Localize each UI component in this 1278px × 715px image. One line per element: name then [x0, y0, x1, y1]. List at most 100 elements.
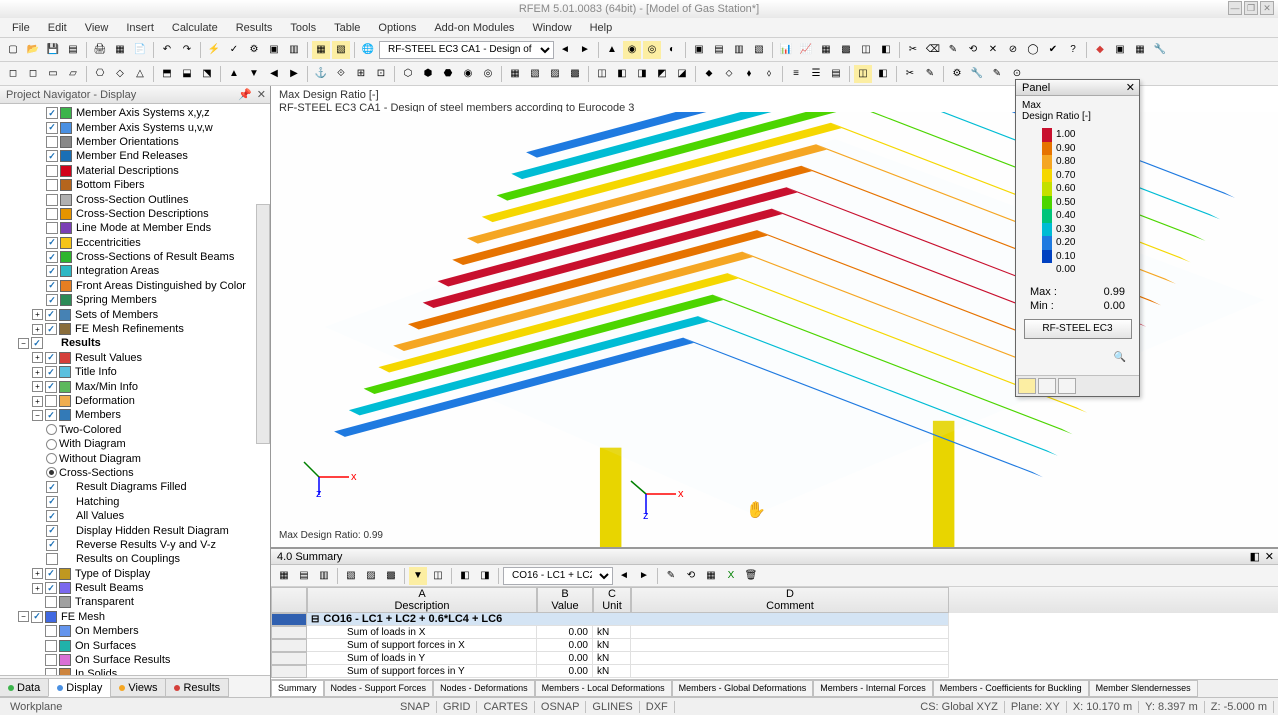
summary-pin-icon[interactable]: ◧ — [1250, 550, 1260, 563]
summary-tab[interactable]: Member Slendernesses — [1089, 680, 1198, 697]
sumtb-10-icon[interactable]: ✎ — [662, 567, 680, 585]
tool-g3-icon[interactable]: ▨ — [546, 65, 564, 83]
sumtb-excel-icon[interactable]: X — [722, 567, 740, 585]
menu-table[interactable]: Table — [326, 20, 368, 36]
sumtb-4-icon[interactable]: ▧ — [342, 567, 360, 585]
nav-tab-views[interactable]: Views — [110, 678, 166, 697]
tool-i4-icon[interactable]: ⬨ — [760, 65, 778, 83]
tool-a4-icon[interactable]: ▱ — [64, 65, 82, 83]
nav-tab-data[interactable]: Data — [0, 678, 49, 697]
globe-icon[interactable]: 🌐 — [359, 41, 377, 59]
view-2-icon[interactable]: ▤ — [710, 41, 728, 59]
tool-f1-icon[interactable]: ⬡ — [399, 65, 417, 83]
tree-item[interactable]: On Members — [0, 624, 270, 638]
settings-icon[interactable]: ⚙ — [245, 41, 263, 59]
tree-item[interactable]: Reverse Results V-y and V-z — [0, 538, 270, 552]
tree-item[interactable]: Cross-Sections — [0, 466, 270, 480]
tool-l2-icon[interactable]: ✎ — [921, 65, 939, 83]
tool-a1-icon[interactable]: ◻ — [4, 65, 22, 83]
check-icon[interactable]: ✓ — [225, 41, 243, 59]
edit-8-icon[interactable]: ✔ — [1044, 41, 1062, 59]
tree-item[interactable]: Front Areas Distinguished by Color — [0, 279, 270, 293]
edit-9-icon[interactable]: ? — [1064, 41, 1082, 59]
panel-module-button[interactable]: RF-STEEL EC3 — [1024, 319, 1132, 339]
tool-e3-icon[interactable]: ⊞ — [352, 65, 370, 83]
tree-item[interactable]: +Max/Min Info — [0, 379, 270, 393]
tree-item[interactable]: Integration Areas — [0, 264, 270, 278]
summary-tab[interactable]: Members - Coefficients for Buckling — [933, 680, 1089, 697]
sumtb-11-icon[interactable]: ⟲ — [682, 567, 700, 585]
panel-zoom-icon[interactable]: 🔍 — [1111, 349, 1129, 367]
summary-tab[interactable]: Members - Internal Forces — [813, 680, 933, 697]
status-toggle-dxf[interactable]: DXF — [640, 701, 675, 713]
maximize-button[interactable]: ❐ — [1244, 1, 1258, 15]
chart-3-icon[interactable]: ▦ — [817, 41, 835, 59]
sumtb-prev-icon[interactable]: ◄ — [615, 567, 633, 585]
tree-item[interactable]: −Results — [0, 336, 270, 350]
tool-f2-icon[interactable]: ⬢ — [419, 65, 437, 83]
tool-b3-icon[interactable]: △ — [131, 65, 149, 83]
table-row[interactable]: Sum of support forces in X0.00kN — [271, 639, 1278, 652]
menu-add-on-modules[interactable]: Add-on Modules — [426, 20, 522, 36]
panel-tab-1[interactable] — [1018, 378, 1036, 394]
sumtb-delete-icon[interactable]: 🗑 — [742, 567, 760, 585]
tree-item[interactable]: Member Orientations — [0, 135, 270, 149]
nav-tab-display[interactable]: Display — [48, 678, 111, 697]
module-3-icon[interactable]: ▦ — [1131, 41, 1149, 59]
sumtb-5-icon[interactable]: ▨ — [362, 567, 380, 585]
save-icon[interactable]: 💾 — [44, 41, 62, 59]
stack-icon[interactable]: ▣ — [265, 41, 283, 59]
tree-item[interactable]: +Result Beams — [0, 581, 270, 595]
cascade-icon[interactable]: ▥ — [285, 41, 303, 59]
sumtb-filter-icon[interactable]: ▼ — [409, 567, 427, 585]
view-3-icon[interactable]: ▥ — [730, 41, 748, 59]
tree-item[interactable]: Result Diagrams Filled — [0, 480, 270, 494]
summary-tab[interactable]: Members - Local Deformations — [535, 680, 672, 697]
tool-g4-icon[interactable]: ▩ — [566, 65, 584, 83]
sumtb-7-icon[interactable]: ◫ — [429, 567, 447, 585]
chart-4-icon[interactable]: ▩ — [837, 41, 855, 59]
tool-j3-icon[interactable]: ▤ — [827, 65, 845, 83]
menu-tools[interactable]: Tools — [282, 20, 324, 36]
print-icon[interactable]: 🖨 — [91, 41, 109, 59]
status-toggle-snap[interactable]: SNAP — [394, 701, 437, 713]
sumtb-2-icon[interactable]: ▤ — [295, 567, 313, 585]
tool-i3-icon[interactable]: ⬧ — [740, 65, 758, 83]
tool-k1-icon[interactable]: ◫ — [854, 65, 872, 83]
tree-item[interactable]: +Result Values — [0, 351, 270, 365]
tree-item[interactable]: Cross-Section Descriptions — [0, 207, 270, 221]
tool-c3-icon[interactable]: ⬔ — [198, 65, 216, 83]
summary-tab[interactable]: Members - Global Deformations — [672, 680, 814, 697]
tree-item[interactable]: With Diagram — [0, 437, 270, 451]
table-row[interactable]: Sum of loads in Y0.00kN — [271, 652, 1278, 665]
summary-tab[interactable]: Nodes - Support Forces — [324, 680, 434, 697]
results-2-icon[interactable]: ◉ — [623, 41, 641, 59]
menu-results[interactable]: Results — [228, 20, 281, 36]
navigator-scrollbar[interactable] — [256, 204, 270, 444]
tool-a3-icon[interactable]: ▭ — [44, 65, 62, 83]
tree-item[interactable]: −Members — [0, 408, 270, 422]
chart-2-icon[interactable]: 📈 — [797, 41, 815, 59]
menu-file[interactable]: File — [4, 20, 38, 36]
menu-help[interactable]: Help — [582, 20, 621, 36]
open-icon[interactable]: 📂 — [24, 41, 42, 59]
panel-close-icon[interactable]: ✕ — [1126, 81, 1135, 94]
tool-i2-icon[interactable]: ⬦ — [720, 65, 738, 83]
tree-item[interactable]: Member End Releases — [0, 149, 270, 163]
menu-calculate[interactable]: Calculate — [164, 20, 226, 36]
navigator-pin-icon[interactable]: 📌 — [238, 88, 252, 101]
sumtb-6-icon[interactable]: ▩ — [382, 567, 400, 585]
tool-b1-icon[interactable]: ⎔ — [91, 65, 109, 83]
status-toggle-osnap[interactable]: OSNAP — [535, 701, 587, 713]
edit-1-icon[interactable]: ✂ — [904, 41, 922, 59]
tool-d1-icon[interactable]: ▲ — [225, 65, 243, 83]
tree-item[interactable]: Spring Members — [0, 293, 270, 307]
tree-item[interactable]: Member Axis Systems u,v,w — [0, 120, 270, 134]
menu-view[interactable]: View — [77, 20, 117, 36]
tree-item[interactable]: −FE Mesh — [0, 610, 270, 624]
tree-item[interactable]: Member Axis Systems x,y,z — [0, 106, 270, 120]
tool-b2-icon[interactable]: ◇ — [111, 65, 129, 83]
tool-e4-icon[interactable]: ⊡ — [372, 65, 390, 83]
sumtb-12-icon[interactable]: ▦ — [702, 567, 720, 585]
view-4-icon[interactable]: ▧ — [750, 41, 768, 59]
